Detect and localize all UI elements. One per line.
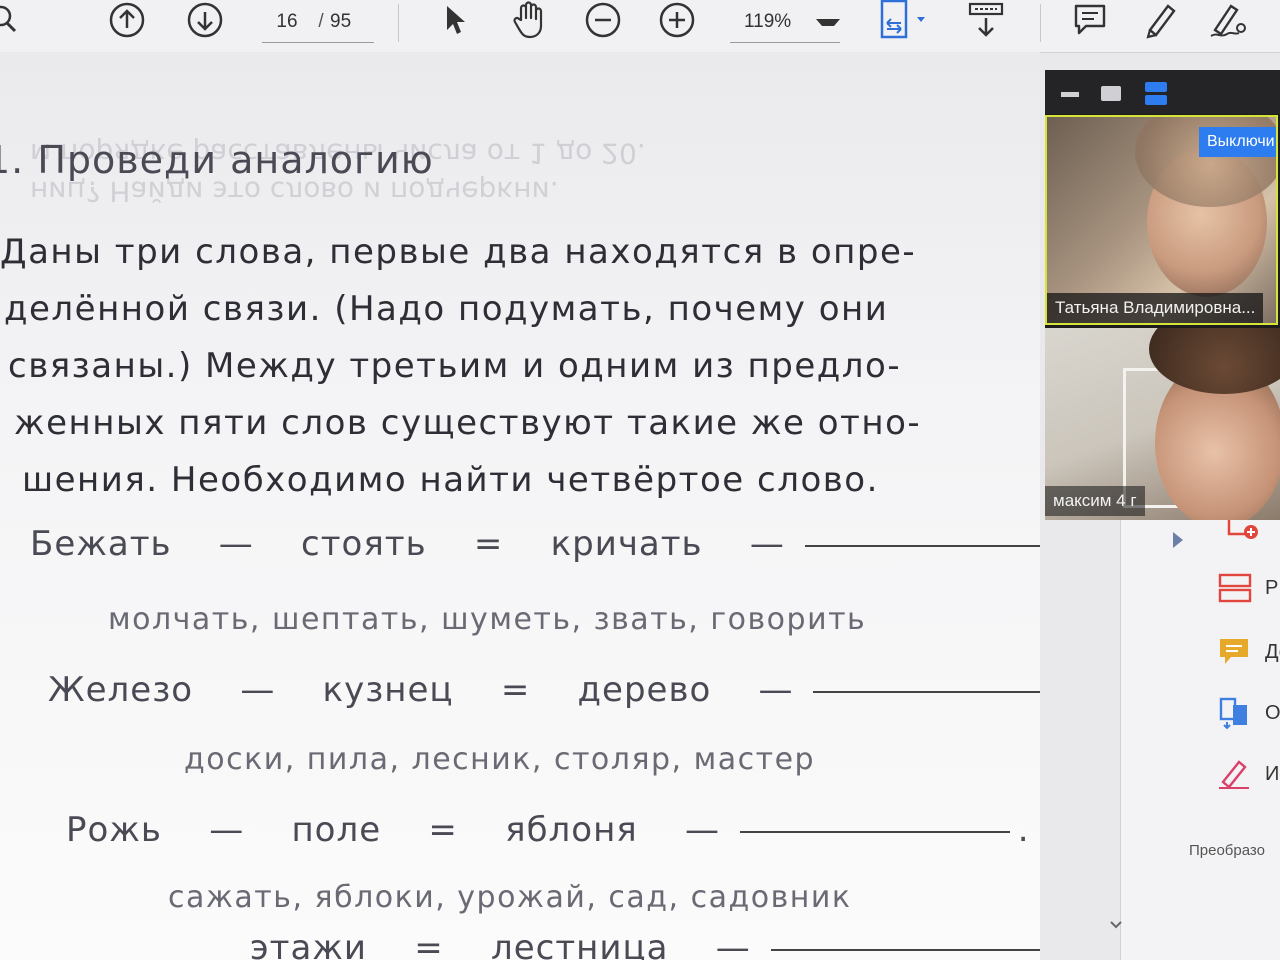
collapse-arrow-icon[interactable] (1173, 532, 1183, 548)
current-page[interactable]: 16 (262, 11, 312, 33)
equals: = (500, 670, 531, 710)
turn-off-button[interactable]: Выключи (1199, 127, 1276, 157)
instruction-line: делённой связи. (Надо подумать, почему о… (4, 289, 889, 329)
video-call-panel: Выключи Татьяна Владимировна... максим 4… (1045, 70, 1280, 520)
participant-tile[interactable]: максим 4 г (1045, 328, 1280, 520)
tool-label: Об (1265, 701, 1280, 724)
instruction-line: шения. Необходимо найти четвёртое слово. (22, 460, 879, 500)
word: кричать (550, 524, 703, 564)
comment-tool-icon (1220, 639, 1248, 664)
tool-item-comment[interactable]: До (1217, 636, 1280, 668)
word: Рожь (66, 810, 162, 850)
answer-blank (813, 690, 1040, 693)
instruction-line: женных пяти слов существуют такие же отн… (14, 403, 922, 443)
exercise-title: 1. Проведи аналогию (0, 138, 434, 182)
equals: = (473, 524, 504, 564)
tool-label: Р (1265, 576, 1279, 599)
answer-blank (804, 544, 1040, 547)
word: Железо (48, 670, 194, 710)
equals: = (414, 928, 444, 960)
zoom-out-icon[interactable] (582, 0, 624, 40)
chevron-down-icon[interactable] (1109, 920, 1123, 930)
page-fit-icon[interactable] (876, 0, 932, 40)
highlight-pen-icon[interactable] (1138, 0, 1182, 40)
word: этажи (250, 928, 368, 960)
dash: — (209, 810, 245, 850)
page-separator: / (318, 11, 324, 32)
pdf-page: ниц? Найди это слово и подчеркни. м поря… (0, 52, 1040, 960)
total-pages: 95 (330, 11, 352, 32)
word: стоять (301, 524, 427, 564)
tool-item-combine[interactable]: Об (1217, 696, 1280, 730)
answer-blank (770, 948, 1040, 951)
participant-tile-active[interactable]: Выключи Татьяна Владимировна... (1045, 115, 1278, 325)
participant-name: Татьяна Владимировна... (1047, 293, 1264, 323)
dash: — (684, 810, 720, 850)
select-cursor-icon[interactable] (438, 0, 472, 40)
answer-options: сажать, яблоки, урожай, сад, садовник (168, 880, 852, 915)
page-number-field[interactable]: 16 / 95 (262, 2, 374, 43)
combine-files-icon (1219, 697, 1247, 730)
answer-options: доски, пила, лесник, столяр, мастер (184, 742, 816, 777)
zoom-in-icon[interactable] (656, 0, 698, 40)
dash: — (715, 928, 751, 960)
chevron-down-icon (815, 18, 840, 26)
exercise-instructions: Даны три слова, первые два находятся в о… (0, 224, 1030, 509)
grid-view-icon[interactable] (1145, 82, 1167, 106)
word: яблоня (505, 810, 638, 850)
fill-sign-icon (1219, 760, 1249, 789)
analogy-row: Рожь — поле = яблоня — . (66, 810, 1030, 850)
hand-tool-icon[interactable] (508, 0, 550, 40)
answer-options: молчать, шептать, шуметь, звать, говорит… (108, 602, 867, 637)
pdf-toolbar: 16 / 95 119% (0, 0, 1280, 53)
instruction-line: связаны.) Между третьим и одним из предл… (8, 346, 902, 386)
instruction-line: Даны три слова, первые два находятся в о… (0, 232, 917, 272)
equals: = (428, 810, 458, 850)
bleed-through-text: ниц? Найди это слово и подчеркни. м поря… (30, 60, 1030, 210)
dash: — (218, 524, 254, 564)
tool-item[interactable] (1225, 520, 1259, 544)
word: поле (291, 810, 382, 850)
video-panel-header (1045, 70, 1280, 114)
tool-item-organize[interactable]: Р (1217, 572, 1278, 604)
convert-section-label: Преобразо (1189, 842, 1265, 859)
analogy-row: Бежать — стоять = кричать — . (30, 524, 1040, 564)
organize-pages-icon (1218, 573, 1252, 603)
dash: — (240, 670, 276, 710)
tool-item-fill-sign[interactable]: Ис (1217, 758, 1280, 790)
add-pdf-icon (1227, 520, 1258, 539)
minimize-icon[interactable] (1061, 92, 1079, 98)
dash: — (758, 670, 794, 710)
period: . (1017, 810, 1030, 850)
zoom-dropdown[interactable]: 119% (730, 2, 840, 43)
word: дерево (577, 670, 712, 710)
page-up-icon[interactable] (106, 0, 148, 40)
comment-icon[interactable] (1070, 0, 1110, 40)
toolbar-divider (1040, 4, 1041, 42)
toolbar-divider (398, 4, 399, 42)
participant-name: максим 4 г (1045, 486, 1145, 516)
answer-blank (739, 830, 1010, 833)
tools-pane: Р До Об Ис Преобразо (1110, 520, 1280, 960)
tool-label: До (1265, 640, 1280, 663)
dash: — (749, 524, 785, 564)
word: кузнец (322, 670, 454, 710)
tool-label: Ис (1265, 762, 1280, 785)
analogy-row: этажи = лестница — . (250, 928, 1040, 960)
word: лестница (491, 928, 669, 960)
zoom-value: 119% (744, 11, 792, 32)
scroll-mode-icon[interactable] (966, 0, 1006, 40)
analogy-row: Железо — кузнец = дерево — . (48, 670, 1040, 710)
single-view-icon[interactable] (1101, 86, 1121, 102)
word: Бежать (30, 524, 172, 564)
page-down-icon[interactable] (184, 0, 226, 40)
sign-tool-icon[interactable] (1206, 0, 1250, 40)
search-icon[interactable] (0, 0, 24, 40)
